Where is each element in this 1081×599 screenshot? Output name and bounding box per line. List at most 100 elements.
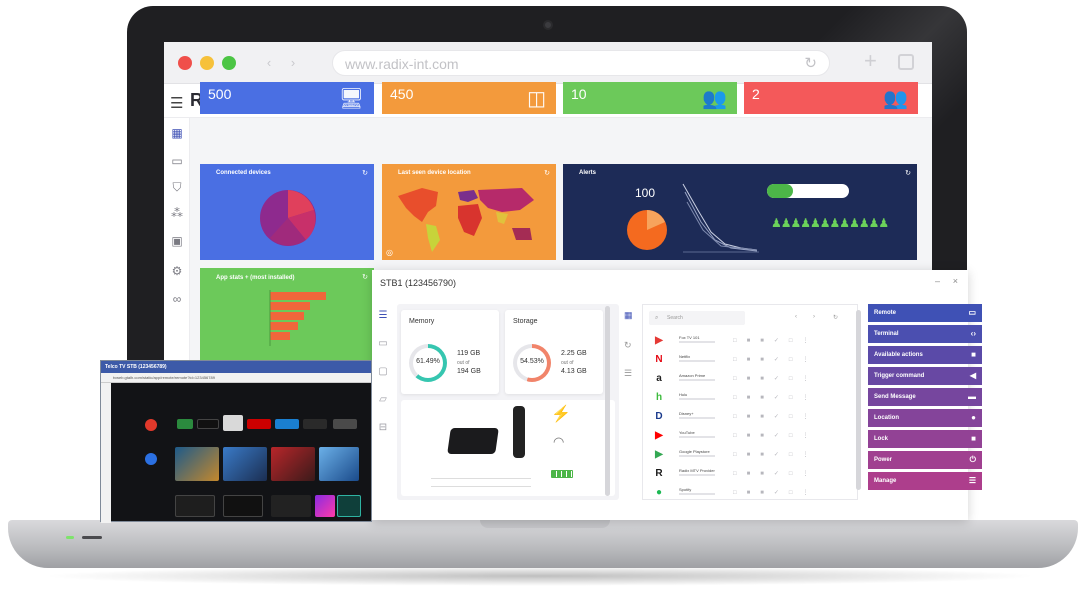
save-icon[interactable]: ▣	[170, 234, 184, 248]
app-logo-icon: D	[655, 411, 663, 422]
app-tile[interactable]	[177, 419, 193, 429]
content-tile[interactable]	[271, 495, 311, 517]
stat-value: 500	[208, 86, 232, 102]
refresh-icon[interactable]: ↻	[362, 273, 368, 281]
app-action-icons[interactable]: □■■✓□⋮	[733, 432, 819, 439]
tv-app-icon[interactable]	[145, 419, 157, 431]
devices-nav-icon[interactable]: ▭	[170, 154, 184, 168]
maximize-window-button[interactable]	[222, 56, 236, 70]
storage-label: Storage	[513, 318, 538, 325]
tv-screen[interactable]	[111, 383, 371, 521]
refresh-icon[interactable]: ↻	[905, 169, 911, 177]
settings-icon[interactable]: ⚙	[170, 264, 184, 278]
app-action-icons[interactable]: □■■✓□⋮	[733, 451, 819, 458]
app-row[interactable]: ▶ Google Playstore □■■✓□⋮	[649, 445, 853, 465]
content-tile[interactable]	[175, 495, 215, 517]
terminal-button[interactable]: Terminal ‹›	[868, 325, 982, 343]
memory-percent: 61.49%	[416, 358, 440, 365]
shield-icon[interactable]: ⛉	[170, 180, 184, 194]
reload-icon[interactable]: ↻	[804, 54, 817, 72]
link-icon[interactable]: ∞	[170, 292, 184, 306]
printer-icon[interactable]: ⊟	[376, 422, 390, 450]
laptop-notch	[480, 520, 610, 528]
app-tile[interactable]	[275, 419, 299, 429]
search-input[interactable]: Search	[649, 311, 745, 325]
tabs-overview-icon[interactable]	[898, 54, 914, 70]
available-actions-button[interactable]: Available actions ■	[868, 346, 982, 364]
app-row[interactable]: ● Spotify □■■✓□⋮	[649, 483, 853, 503]
dashboard-icon[interactable]: ▦	[170, 126, 184, 140]
refresh-icon[interactable]: ↻	[544, 169, 550, 177]
location-button[interactable]: Location ●	[868, 409, 982, 427]
app-action-icons[interactable]: □■■✓□⋮	[733, 470, 819, 477]
address-bar[interactable]: www.radix-int.com ↻	[332, 50, 830, 76]
stat-total-devices[interactable]: 500 🖥	[200, 82, 374, 114]
list-view-icon[interactable]: ☰	[624, 368, 632, 379]
close-icon[interactable]: ×	[953, 276, 958, 286]
app-action-icons[interactable]: □■■✓□⋮	[733, 375, 819, 382]
app-row[interactable]: a Amazon Prime □■■✓□⋮	[649, 369, 853, 389]
content-tile[interactable]	[337, 495, 361, 517]
url-text: www.radix-int.com	[345, 56, 459, 72]
app-action-icons[interactable]: □■■✓□⋮	[733, 356, 819, 363]
stat-users[interactable]: 10 👥	[563, 82, 737, 114]
power-button[interactable]: Power ⏻	[868, 451, 982, 469]
app-row[interactable]: ▶ Fox TV 101 □■■✓□⋮	[649, 331, 853, 351]
tv-window-title: Telco TV STB (123456789)	[101, 361, 371, 373]
content-tile[interactable]	[223, 495, 263, 517]
groups-icon[interactable]: ⁂	[170, 206, 184, 220]
content-tile[interactable]	[271, 447, 315, 481]
app-row[interactable]: R Radix MTV Provider □■■✓□⋮	[649, 464, 853, 484]
stb-sidebar: ☰ ▭ ▢ ▱ ⊟	[376, 310, 390, 450]
app-tile[interactable]	[303, 419, 327, 429]
menu-icon[interactable]: ☰	[170, 94, 183, 112]
new-tab-icon[interactable]: +	[864, 48, 877, 74]
content-tile[interactable]	[223, 447, 267, 481]
app-row[interactable]: D Disney+ □■■✓□⋮	[649, 407, 853, 427]
close-window-button[interactable]	[178, 56, 192, 70]
forward-icon[interactable]: ›	[284, 55, 302, 71]
back-icon[interactable]: ‹	[260, 55, 278, 71]
trigger-command-button[interactable]: Trigger command ◀	[868, 367, 982, 385]
button-icon: ☰	[968, 476, 976, 485]
folder-icon[interactable]: ▱	[376, 394, 390, 422]
minimize-icon[interactable]: –	[935, 276, 940, 286]
send-message-button[interactable]: Send Message ▬	[868, 388, 982, 406]
app-tile-selected[interactable]	[223, 415, 243, 431]
app-row[interactable]: ▶ YouTube □■■✓□⋮	[649, 426, 853, 446]
app-tile[interactable]	[333, 419, 357, 429]
storage-card: Storage 54.53% 2.25 GB out of 4.13 GB	[505, 310, 603, 394]
manage-button[interactable]: Manage ☰	[868, 472, 982, 490]
prev-page-icon[interactable]: ‹	[795, 314, 797, 320]
apps-scrollbar[interactable]	[856, 310, 861, 490]
list-icon[interactable]: ☰	[376, 310, 390, 338]
stat-active-devices[interactable]: 450 ◫	[382, 82, 556, 114]
app-action-icons[interactable]: □■■✓□⋮	[733, 489, 819, 496]
app-row[interactable]: h Hulu □■■✓□⋮	[649, 388, 853, 408]
refresh-icon[interactable]: ↻	[362, 169, 368, 177]
content-tile[interactable]	[319, 447, 359, 481]
webcam	[543, 20, 553, 30]
refresh-icon[interactable]: ↻	[624, 340, 632, 351]
app-action-icons[interactable]: □■■✓□⋮	[733, 413, 819, 420]
reload-apps-icon[interactable]: ↻	[833, 314, 838, 321]
window-icon[interactable]: ▢	[376, 366, 390, 394]
remote-button[interactable]: Remote ▭	[868, 304, 982, 322]
minimize-window-button[interactable]	[200, 56, 214, 70]
app-row[interactable]: N Netflix □■■✓□⋮	[649, 350, 853, 370]
app-tile[interactable]	[247, 419, 271, 429]
stat-groups[interactable]: 2 👥	[744, 82, 918, 114]
wifi-icon: ◠	[553, 434, 565, 449]
panel-scrollbar[interactable]	[605, 306, 610, 496]
alerts-count: 100	[635, 186, 656, 200]
message-icon[interactable]: ▭	[376, 338, 390, 366]
lock-button[interactable]: Lock ■	[868, 430, 982, 448]
content-tile[interactable]	[175, 447, 219, 481]
app-tile[interactable]	[197, 419, 219, 429]
apps-grid-icon[interactable]: ▦	[624, 310, 633, 321]
app-action-icons[interactable]: □■■✓□⋮	[733, 394, 819, 401]
next-page-icon[interactable]: ›	[813, 314, 815, 320]
tv-app-icon[interactable]	[145, 453, 157, 465]
content-tile[interactable]	[315, 495, 335, 517]
app-action-icons[interactable]: □■■✓□⋮	[733, 337, 819, 344]
